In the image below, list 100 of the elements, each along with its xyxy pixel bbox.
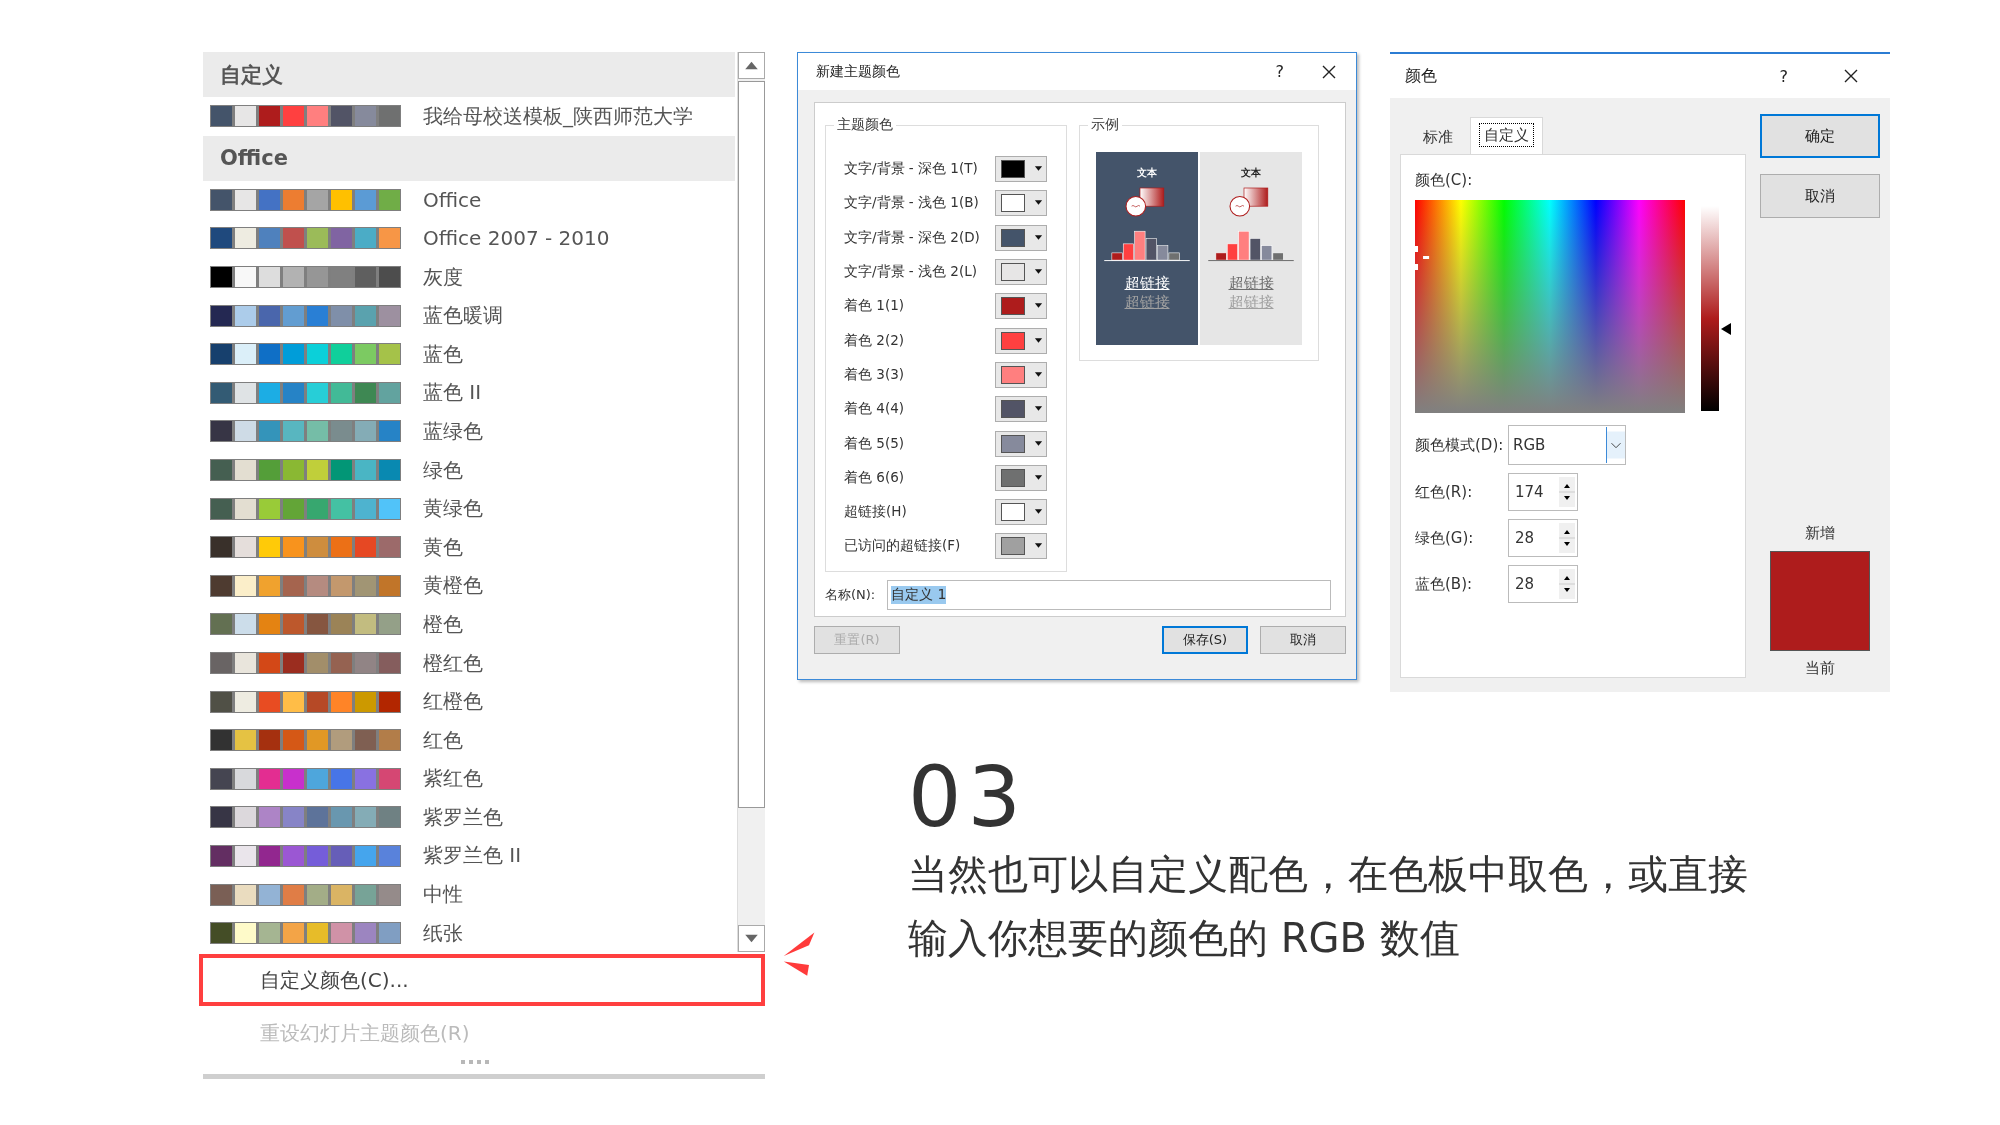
- dropdown-icon: [1034, 474, 1043, 481]
- dropdown-icon: [1034, 440, 1043, 447]
- theme-item[interactable]: Office 2007 - 2010: [203, 219, 735, 258]
- theme-item[interactable]: 我给母校送模板_陕西师范大学: [203, 97, 735, 136]
- close-icon[interactable]: [1844, 69, 1858, 83]
- scroll-up-icon[interactable]: [738, 52, 765, 79]
- theme-name: 黄绿色: [423, 495, 483, 523]
- color-picker-button[interactable]: [995, 499, 1047, 526]
- number-field[interactable]: 28: [1508, 519, 1578, 557]
- theme-item[interactable]: 绿色: [203, 450, 735, 490]
- theme-name: 紫红色: [423, 765, 483, 793]
- theme-name: 紫罗兰色: [423, 803, 503, 831]
- color-label: 文字/背景 - 浅色 2(L): [844, 263, 978, 282]
- dropdown-icon: [1034, 234, 1043, 241]
- chevron-down-icon: [1606, 427, 1625, 463]
- color-label: 着色 1(1): [844, 297, 905, 316]
- spinner-icon[interactable]: [1559, 476, 1575, 508]
- group-title: 主题颜色: [834, 116, 896, 134]
- color-picker-button[interactable]: [995, 156, 1047, 183]
- slider-arrow-icon[interactable]: [1721, 323, 1731, 335]
- dropdown-icon: [1034, 406, 1043, 413]
- theme-name: 红色: [423, 726, 463, 754]
- theme-item[interactable]: 橙红色: [203, 643, 735, 683]
- field-label: 蓝色(B):: [1415, 574, 1474, 594]
- number-field[interactable]: 28: [1508, 565, 1578, 603]
- theme-name: 紫罗兰色 II: [423, 842, 522, 870]
- theme-name: 纸张: [423, 919, 463, 947]
- dropdown-icon: [1034, 337, 1043, 344]
- theme-item[interactable]: 蓝色 II: [203, 373, 735, 413]
- tab[interactable]: 自定义: [1470, 117, 1543, 155]
- theme-item[interactable]: 黄橙色: [203, 566, 735, 606]
- color-label: 着色 3(3): [844, 365, 905, 384]
- resize-grip-icon[interactable]: [461, 1060, 491, 1067]
- dialog-button[interactable]: 确定: [1760, 114, 1880, 158]
- theme-item[interactable]: 橙色: [203, 605, 735, 644]
- color-picker-button[interactable]: [995, 361, 1047, 388]
- color-picker-button[interactable]: [995, 430, 1047, 457]
- theme-item[interactable]: 黄色: [203, 527, 735, 567]
- spinner-icon[interactable]: [1559, 522, 1575, 554]
- theme-item[interactable]: 紫罗兰色 II: [203, 836, 735, 876]
- number-field[interactable]: 174: [1508, 473, 1578, 511]
- color-picker-button[interactable]: [995, 293, 1047, 320]
- theme-item[interactable]: 中性: [203, 875, 735, 914]
- theme-item[interactable]: 紫罗兰色: [203, 798, 735, 837]
- theme-item[interactable]: 黄绿色: [203, 489, 735, 528]
- dropdown-icon: [1034, 166, 1043, 173]
- theme-item[interactable]: Office: [203, 180, 735, 220]
- theme-name: 红橙色: [423, 688, 483, 716]
- window-title: 颜色: [1405, 65, 1437, 87]
- dialog-button[interactable]: 保存(S): [1162, 626, 1248, 654]
- color-picker-button[interactable]: [995, 396, 1047, 423]
- tab[interactable]: 标准: [1406, 120, 1470, 154]
- theme-name: 蓝色 II: [423, 379, 482, 407]
- theme-name: 绿色: [423, 456, 463, 484]
- dropdown-icon: [1034, 269, 1043, 276]
- help-button[interactable]: ?: [1779, 66, 1788, 86]
- theme-item[interactable]: 红橙色: [203, 682, 735, 721]
- spinner-icon[interactable]: [1559, 568, 1575, 600]
- color-picker-button[interactable]: [995, 464, 1047, 491]
- caption-text: 输入你想要的颜色的 RGB 数值: [908, 914, 1461, 963]
- dialog-button[interactable]: 取消: [1760, 174, 1880, 218]
- theme-item[interactable]: 蓝绿色: [203, 412, 735, 451]
- sample-text: 文本: [1137, 166, 1157, 180]
- color-picker-button[interactable]: [995, 327, 1047, 354]
- color-picker-button[interactable]: [995, 224, 1047, 251]
- close-icon[interactable]: [1322, 64, 1336, 79]
- color-label: 着色 6(6): [844, 468, 905, 487]
- name-field[interactable]: 自定义 1: [887, 580, 1331, 610]
- theme-name: Office: [423, 187, 482, 212]
- theme-name: 蓝色暖调: [423, 302, 503, 330]
- theme-name: 橙红色: [423, 649, 483, 677]
- scrollbar[interactable]: [737, 52, 765, 953]
- theme-item[interactable]: 灰度: [203, 257, 735, 297]
- dropdown-icon: [1034, 509, 1043, 516]
- dropdown-icon: [1034, 303, 1043, 310]
- group-title: 示例: [1088, 116, 1122, 134]
- theme-item[interactable]: 红色: [203, 720, 735, 760]
- color-picker-button[interactable]: [995, 259, 1047, 286]
- sample-text: 文本: [1241, 166, 1261, 180]
- theme-name: 中性: [423, 881, 463, 909]
- help-button[interactable]: ?: [1275, 62, 1284, 81]
- theme-item[interactable]: 紫红色: [203, 759, 735, 799]
- theme-name: 黄色: [423, 533, 463, 561]
- section-header: Office: [203, 135, 735, 181]
- theme-item[interactable]: 蓝色暖调: [203, 296, 735, 335]
- field-label: 颜色模式(D):: [1415, 435, 1505, 455]
- color-picker-button[interactable]: [995, 533, 1047, 560]
- dropdown-icon: [1034, 543, 1043, 550]
- theme-item[interactable]: 纸张: [203, 913, 735, 953]
- dialog-button[interactable]: 取消: [1260, 626, 1346, 654]
- scroll-down-icon[interactable]: [738, 925, 765, 953]
- theme-name: 我给母校送模板_陕西师范大学: [423, 102, 693, 130]
- mode-dropdown[interactable]: RGB: [1508, 425, 1626, 465]
- theme-item[interactable]: 蓝色: [203, 334, 735, 374]
- menu-item[interactable]: 自定义颜色(C)...: [199, 954, 765, 1007]
- color-label: 文字/背景 - 深色 1(T): [844, 160, 979, 179]
- color-picker-button[interactable]: [995, 190, 1047, 217]
- theme-name: 灰度: [423, 263, 463, 291]
- scroll-thumb[interactable]: [738, 81, 765, 808]
- field-label: 红色(R):: [1415, 482, 1474, 502]
